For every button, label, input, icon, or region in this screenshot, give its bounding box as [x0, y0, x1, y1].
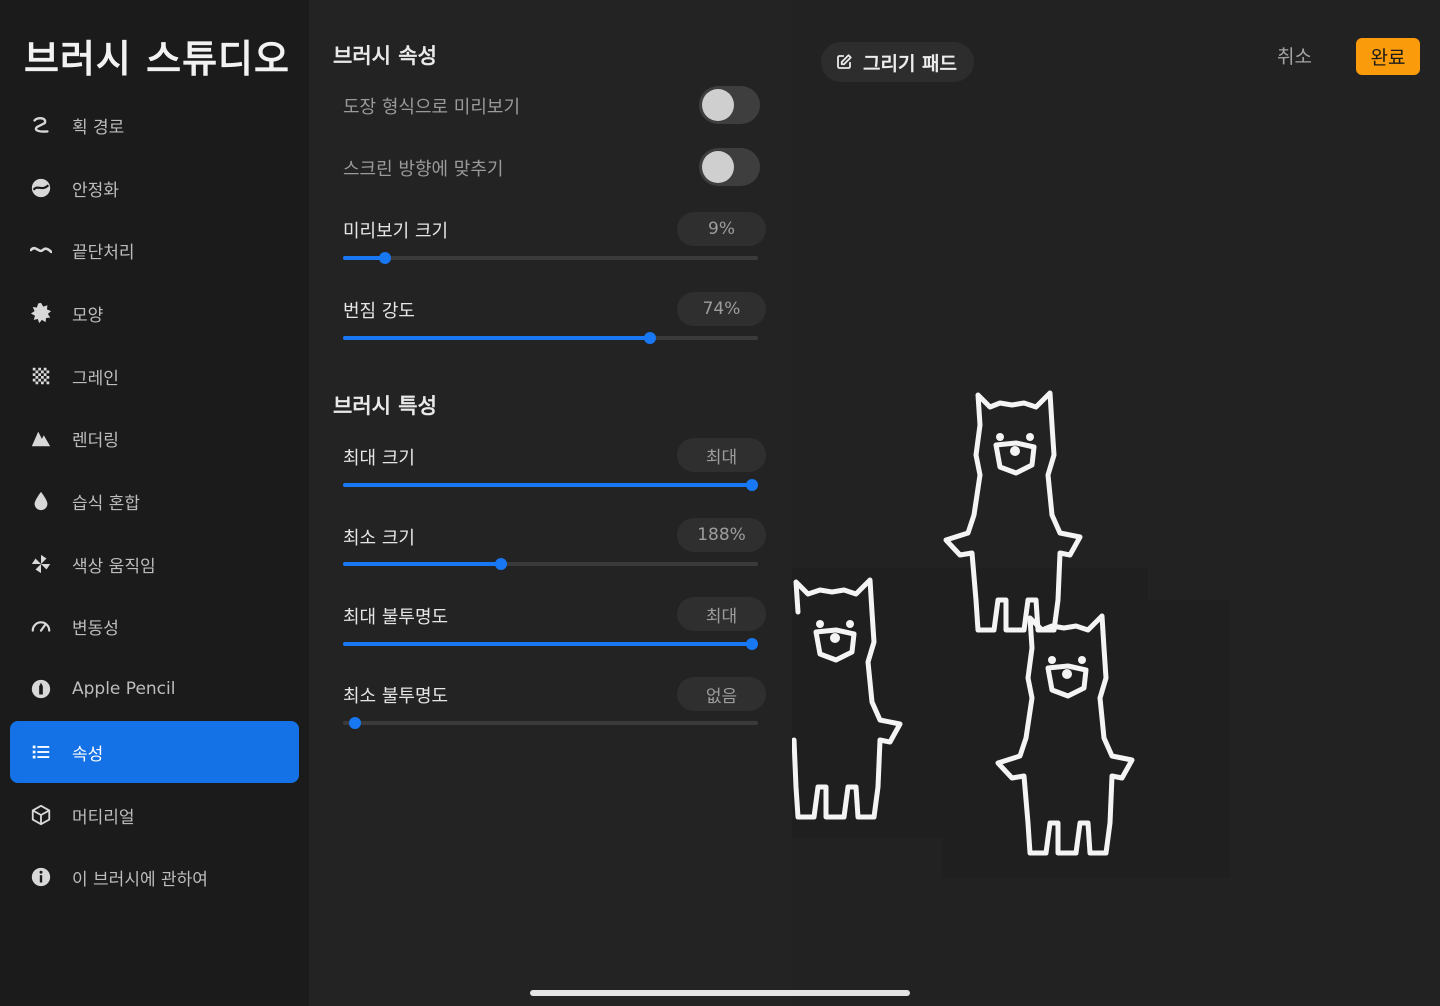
- min-size-slider[interactable]: [343, 558, 758, 570]
- sidebar-item-label: 끝단처리: [72, 242, 135, 263]
- properties-panel: 브러시 속성 도장 형식으로 미리보기 스크린 방향에 맞추기 미리보기 크기 …: [309, 0, 792, 1006]
- sidebar-item-label: 머티리얼: [72, 807, 135, 828]
- section-title-brush-properties: 브러시 속성: [333, 44, 437, 68]
- sidebar-item-about[interactable]: 이 브러시에 관하여: [10, 846, 299, 908]
- slider-thumb[interactable]: [746, 638, 758, 650]
- drawing-pad-button[interactable]: 그리기 패드: [821, 42, 974, 82]
- properties-icon: [29, 740, 53, 764]
- sidebar-item-rendering[interactable]: 렌더링: [10, 407, 299, 469]
- toggle-knob: [702, 151, 734, 183]
- max-size-value[interactable]: 최대: [677, 438, 766, 472]
- sidebar-item-label: 속성: [72, 744, 104, 765]
- sidebar-item-label: 렌더링: [72, 430, 119, 451]
- sidebar-item-properties[interactable]: 속성: [10, 721, 299, 783]
- min-opacity-slider[interactable]: [343, 717, 758, 729]
- wet-mix-icon: [29, 489, 53, 513]
- taper-icon: [29, 238, 53, 262]
- sidebar-item-label: 모양: [72, 305, 104, 326]
- sidebar-item-color-dynamics[interactable]: 색상 움직임: [10, 533, 299, 595]
- stabilization-icon: [29, 176, 53, 200]
- toggle-label-stamp-preview: 도장 형식으로 미리보기: [343, 97, 521, 118]
- info-icon: [29, 865, 53, 889]
- max-opacity-slider[interactable]: [343, 638, 758, 650]
- slider-fill: [343, 336, 651, 340]
- edit-icon: [835, 53, 853, 71]
- slider-label-max-opacity: 최대 불투명도: [343, 607, 449, 628]
- sidebar-item-label: 이 브러시에 관하여: [72, 869, 208, 890]
- sidebar-item-label: 안정화: [72, 180, 119, 201]
- stamp-preview-toggle[interactable]: [699, 86, 760, 124]
- slider-label-max-size: 최대 크기: [343, 448, 415, 469]
- sidebar-item-label: 변동성: [72, 618, 119, 639]
- slider-thumb[interactable]: [378, 252, 391, 264]
- slider-label-min-size: 최소 크기: [343, 528, 415, 549]
- rendering-icon: [29, 426, 53, 450]
- slider-thumb[interactable]: [644, 332, 657, 344]
- sidebar-item-stroke-path[interactable]: 획 경로: [10, 94, 299, 156]
- preview-size-slider[interactable]: [343, 252, 758, 264]
- drawing-pad-label: 그리기 패드: [863, 52, 958, 75]
- sidebar-item-label: 색상 움직임: [72, 556, 156, 577]
- grain-icon: [29, 364, 53, 388]
- toggle-label-orient-to-screen: 스크린 방향에 맞추기: [343, 159, 504, 180]
- stroke-path-icon: [29, 113, 53, 137]
- slider-thumb[interactable]: [349, 717, 361, 729]
- sidebar-item-taper[interactable]: 끝단처리: [10, 219, 299, 281]
- sidebar-item-wet-mix[interactable]: 습식 혼합: [10, 470, 299, 532]
- slider-label-bleed: 번짐 강도: [343, 301, 415, 322]
- home-indicator[interactable]: [530, 990, 910, 996]
- materials-icon: [29, 803, 53, 827]
- alpaca-stamp: [943, 390, 1083, 633]
- alpaca-stamp: [995, 613, 1135, 856]
- min-size-value[interactable]: 188%: [677, 518, 766, 552]
- drawing-pad[interactable]: 그리기 패드 취소 완료: [792, 0, 1440, 1006]
- sidebar-item-grain[interactable]: 그레인: [10, 345, 299, 407]
- bleed-slider[interactable]: [343, 332, 758, 344]
- dynamics-icon: [29, 614, 53, 638]
- slider-label-min-opacity: 최소 불투명도: [343, 686, 449, 707]
- sidebar-item-label: 습식 혼합: [72, 493, 140, 514]
- shape-icon: [29, 301, 53, 325]
- sidebar-item-apple-pencil[interactable]: Apple Pencil: [10, 658, 299, 720]
- slider-label-preview-size: 미리보기 크기: [343, 221, 449, 242]
- cancel-button[interactable]: 취소: [1277, 42, 1312, 69]
- sidebar-item-label: 그레인: [72, 368, 119, 389]
- preview-size-value[interactable]: 9%: [677, 212, 766, 246]
- slider-fill: [343, 483, 752, 487]
- alpaca-stamp: [792, 577, 903, 820]
- sidebar-item-label: 획 경로: [72, 117, 125, 138]
- done-button[interactable]: 완료: [1356, 38, 1420, 75]
- sidebar-item-stabilization[interactable]: 안정화: [10, 157, 299, 219]
- slider-thumb[interactable]: [494, 558, 507, 570]
- slider-thumb[interactable]: [746, 479, 758, 491]
- sidebar-item-materials[interactable]: 머티리얼: [10, 784, 299, 846]
- color-dynamics-icon: [29, 552, 53, 576]
- orient-to-screen-toggle[interactable]: [699, 148, 760, 186]
- sidebar-item-label: Apple Pencil: [72, 679, 176, 699]
- slider-fill: [343, 562, 501, 566]
- app-title: 브러시 스튜디오: [24, 37, 290, 81]
- sidebar-item-dynamics[interactable]: 변동성: [10, 595, 299, 657]
- max-opacity-value[interactable]: 최대: [677, 597, 766, 631]
- sidebar: 브러시 스튜디오 획 경로 안정화 끝단처리 모양 그레인 렌더링 습식 혼합 …: [0, 0, 309, 1006]
- bleed-value[interactable]: 74%: [677, 292, 766, 326]
- min-opacity-value[interactable]: 없음: [677, 677, 766, 711]
- max-size-slider[interactable]: [343, 479, 758, 491]
- apple-pencil-icon: [29, 677, 53, 701]
- section-title-brush-behavior: 브러시 특성: [333, 394, 437, 418]
- slider-fill: [343, 642, 752, 646]
- sidebar-item-shape[interactable]: 모양: [10, 282, 299, 344]
- toggle-knob: [702, 89, 734, 121]
